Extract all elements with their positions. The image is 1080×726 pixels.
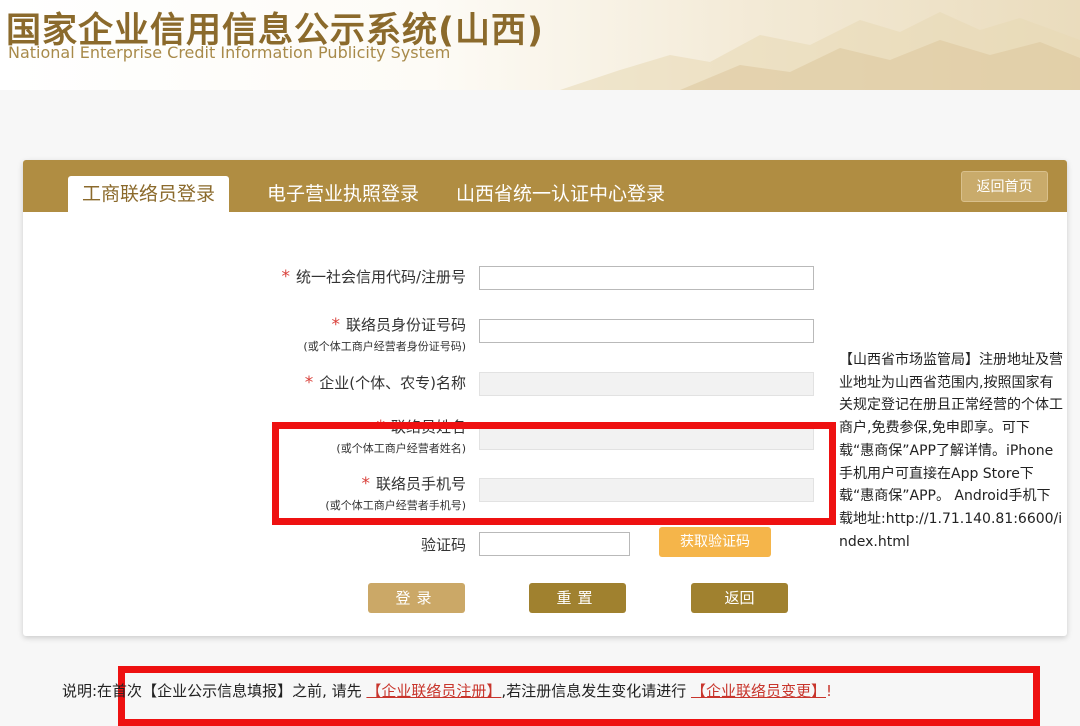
tab-liaison-login[interactable]: 工商联络员登录 xyxy=(68,176,230,212)
contact-name-label: * 联络员姓名 (或个体工商户经营者姓名) xyxy=(336,417,466,455)
contact-name-hint: (或个体工商户经营者姓名) xyxy=(336,442,466,455)
tab-e-license-login[interactable]: 电子营业执照登录 xyxy=(267,176,419,212)
credit-code-input[interactable] xyxy=(479,266,814,290)
id-number-input[interactable] xyxy=(479,319,814,343)
back-button[interactable]: 返回 xyxy=(691,583,788,613)
id-number-hint: (或个体工商户经营者身份证号码) xyxy=(303,340,466,353)
home-button[interactable]: 返回首页 xyxy=(961,171,1048,202)
id-number-label: * 联络员身份证号码 (或个体工商户经营者身份证号码) xyxy=(303,315,466,353)
register-link[interactable]: 【企业联络员注册】 xyxy=(366,682,501,700)
contact-phone-input[interactable] xyxy=(479,478,814,502)
enterprise-name-label: * 企业(个体、农专)名称 xyxy=(304,373,466,393)
reset-button[interactable]: 重置 xyxy=(529,583,626,613)
contact-phone-hint: (或个体工商户经营者手机号) xyxy=(325,499,466,512)
required-icon: * xyxy=(361,474,370,494)
captcha-label: 验证码 xyxy=(420,536,466,554)
change-link[interactable]: 【企业联络员变更】 xyxy=(691,682,826,700)
insurance-notice: 【山西省市场监管局】注册地址及营业地址为山西省范围内,按照国家有关规定登记在册且… xyxy=(839,352,1063,550)
credit-code-label: * 统一社会信用代码/注册号 xyxy=(281,267,466,287)
header-banner: 国家企业信用信息公示系统(山西) National Enterprise Cre… xyxy=(0,0,1080,90)
required-icon: * xyxy=(331,315,340,335)
captcha-input[interactable] xyxy=(479,532,630,556)
login-button[interactable]: 登录 xyxy=(368,583,465,613)
mountain-decoration xyxy=(560,12,1080,90)
required-icon: * xyxy=(376,417,385,437)
get-code-button[interactable]: 获取验证码 xyxy=(659,527,771,557)
contact-name-input[interactable] xyxy=(479,426,814,450)
footnote: 说明:在首次【企业公示信息填报】之前, 请先 【企业联络员注册】,若注册信息发生… xyxy=(62,682,833,700)
required-icon: * xyxy=(281,267,290,287)
site-subtitle: National Enterprise Credit Information P… xyxy=(8,43,451,62)
enterprise-name-input[interactable] xyxy=(479,372,814,396)
required-icon: * xyxy=(304,373,314,393)
tab-bar: 工商联络员登录 电子营业执照登录 山西省统一认证中心登录 返回首页 xyxy=(23,160,1067,212)
tab-unified-auth-login[interactable]: 山西省统一认证中心登录 xyxy=(456,176,665,212)
contact-phone-label: * 联络员手机号 (或个体工商户经营者手机号) xyxy=(325,474,466,512)
